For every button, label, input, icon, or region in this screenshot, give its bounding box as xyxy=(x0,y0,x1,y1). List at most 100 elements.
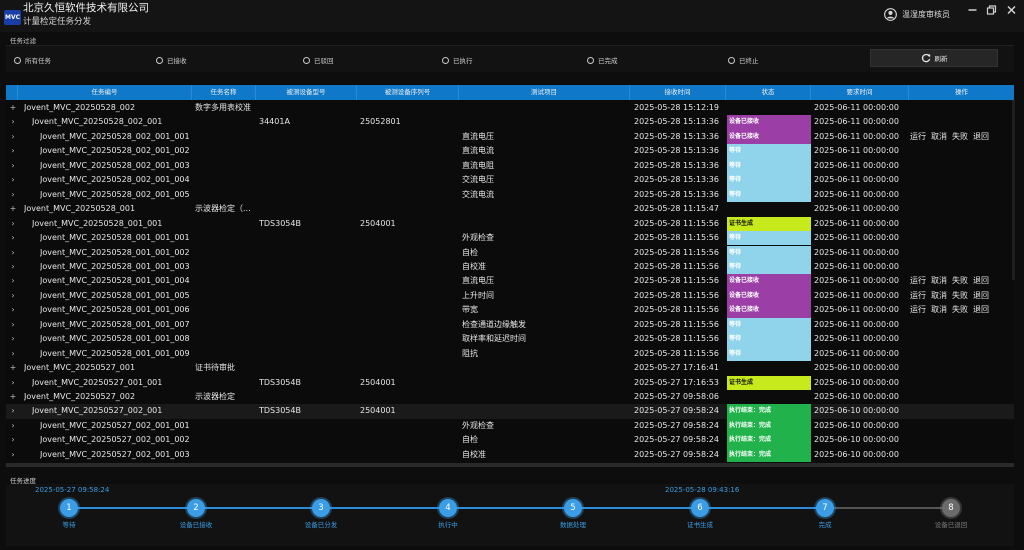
refresh-button[interactable]: 刷新 xyxy=(870,49,998,67)
header-task-name[interactable]: 任务名称 xyxy=(192,85,256,100)
fail-button[interactable]: 失败 xyxy=(952,276,968,285)
expand-chevron-icon[interactable]: › xyxy=(9,404,17,418)
table-row[interactable]: › Jovent_MVC_20250528_002_001_002 直流电流 2025… xyxy=(6,144,1014,159)
expand-plus-icon[interactable]: + xyxy=(9,101,17,115)
run-button[interactable]: 运行 xyxy=(910,132,926,141)
cancel-button[interactable]: 取消 xyxy=(931,276,947,285)
radio-circle[interactable] xyxy=(14,56,21,64)
fail-button[interactable]: 失败 xyxy=(952,132,968,141)
header-device-serial[interactable]: 被测设备序列号 xyxy=(357,85,459,100)
table-row[interactable]: › Jovent_MVC_20250528_002_001_005 交流电流 2025… xyxy=(6,187,1014,203)
cancel-button[interactable]: 取消 xyxy=(931,291,947,300)
radio-label: 已终止 xyxy=(739,57,759,65)
cell-required-time: 2025-06-11 00:00:00 xyxy=(814,276,899,286)
user-menu[interactable]: 温湿度审核员 xyxy=(884,7,950,21)
table-row[interactable]: + Jovent_MVC_20250527_002 示波器检定 2025-05-27 … xyxy=(6,390,1014,404)
expand-chevron-icon[interactable]: › xyxy=(9,376,17,390)
expand-plus-icon[interactable]: + xyxy=(9,390,17,404)
table-row[interactable]: › Jovent_MVC_20250527_002_001_003 自校准 2025-… xyxy=(6,447,1014,463)
row-actions: 运行 取消 失败 退回 xyxy=(910,130,994,144)
fail-button[interactable]: 失败 xyxy=(952,291,968,300)
expand-chevron-icon[interactable]: › xyxy=(9,173,17,187)
cell-test-item: 自校准 xyxy=(462,261,486,271)
horizontal-scrollbar[interactable] xyxy=(6,463,1014,467)
return-button[interactable]: 退回 xyxy=(973,305,989,314)
header-task-id[interactable]: 任务编号 xyxy=(18,85,192,100)
expand-chevron-icon[interactable]: › xyxy=(9,231,17,245)
table-row[interactable]: › Jovent_MVC_20250528_002_001_001 直流电压 2025… xyxy=(6,129,1014,145)
filter-radio-completed[interactable]: 已完成 xyxy=(587,55,618,65)
table-row[interactable]: › Jovent_MVC_20250528_001_001_008 取样率和延迟时间… xyxy=(6,332,1014,347)
header-device-model[interactable]: 被测设备型号 xyxy=(256,85,357,100)
filter-radio-terminated[interactable]: 已终止 xyxy=(728,55,759,65)
return-button[interactable]: 退回 xyxy=(973,291,989,300)
expand-chevron-icon[interactable]: › xyxy=(9,347,17,361)
header-required-time[interactable]: 要求时间 xyxy=(811,85,909,100)
table-row[interactable]: › Jovent_MVC_20250528_001_001_004 直流电压 2025… xyxy=(6,274,1014,289)
table-row[interactable]: › Jovent_MVC_20250528_001_001_006 带宽 2025-0… xyxy=(6,303,1014,318)
filter-radio-received[interactable]: 已接收 xyxy=(156,55,187,65)
table-row[interactable]: › Jovent_MVC_20250528_002_001_004 交流电压 2025… xyxy=(6,173,1014,188)
radio-circle[interactable] xyxy=(156,56,163,64)
table-row[interactable]: + Jovent_MVC_20250528_002 数字多用表校准 2025-05-2… xyxy=(6,101,1014,115)
expand-chevron-icon[interactable]: › xyxy=(9,289,17,303)
radio-circle[interactable] xyxy=(442,56,449,64)
table-row[interactable]: › Jovent_MVC_20250528_001_001_001 外观检查 2025… xyxy=(6,231,1014,246)
header-test-item[interactable]: 测试项目 xyxy=(459,85,630,100)
expand-chevron-icon[interactable]: › xyxy=(9,159,17,173)
expand-plus-icon[interactable]: + xyxy=(9,202,17,216)
cancel-button[interactable]: 取消 xyxy=(931,305,947,314)
run-button[interactable]: 运行 xyxy=(910,291,926,300)
cancel-button[interactable]: 取消 xyxy=(931,132,947,141)
expand-chevron-icon[interactable]: › xyxy=(9,274,17,288)
radio-circle[interactable] xyxy=(587,56,594,64)
expand-chevron-icon[interactable]: › xyxy=(9,115,17,129)
return-button[interactable]: 退回 xyxy=(973,132,989,141)
table-row[interactable]: › Jovent_MVC_20250528_001_001 TDS3054B 2504… xyxy=(6,216,1014,232)
table-row[interactable]: › Jovent_MVC_20250528_001_001_005 上升时间 2025… xyxy=(6,288,1014,304)
filter-radio-all[interactable]: 所有任务 xyxy=(14,55,51,65)
run-button[interactable]: 运行 xyxy=(910,276,926,285)
expand-chevron-icon[interactable]: › xyxy=(9,318,17,332)
close-icon[interactable] xyxy=(1005,4,1018,16)
cell-device-serial: 25052801 xyxy=(360,117,401,127)
table-row[interactable]: + Jovent_MVC_20250528_001 示波器检定（... 2025-05… xyxy=(6,202,1014,216)
minimize-icon[interactable] xyxy=(966,4,979,16)
expand-plus-icon[interactable]: + xyxy=(9,361,17,375)
table-row[interactable]: › Jovent_MVC_20250528_001_001_007 检查通道边缘触发… xyxy=(6,317,1014,333)
table-row[interactable]: › Jovent_MVC_20250527_002_001_001 外观检查 2025… xyxy=(6,418,1014,434)
table-row[interactable]: › Jovent_MVC_20250528_002_001 34401A 250528… xyxy=(6,115,1014,130)
table-row[interactable]: › Jovent_MVC_20250527_002_001 TDS3054B 2504… xyxy=(6,404,1014,419)
filter-radio-rejected[interactable]: 已驳回 xyxy=(303,55,334,65)
expand-chevron-icon[interactable]: › xyxy=(9,217,17,231)
table-row[interactable]: › Jovent_MVC_20250528_001_001_009 阻抗 2025-0… xyxy=(6,346,1014,362)
expand-chevron-icon[interactable]: › xyxy=(9,144,17,158)
expand-chevron-icon[interactable]: › xyxy=(9,246,17,260)
table-row[interactable]: + Jovent_MVC_20250527_001 证书待审批 2025-05-27 … xyxy=(6,361,1014,375)
expand-chevron-icon[interactable]: › xyxy=(9,188,17,202)
radio-circle[interactable] xyxy=(728,56,735,64)
expand-chevron-icon[interactable]: › xyxy=(9,332,17,346)
fail-button[interactable]: 失败 xyxy=(952,305,968,314)
header-status[interactable]: 状态 xyxy=(726,85,811,100)
expand-chevron-icon[interactable]: › xyxy=(9,303,17,317)
expand-chevron-icon[interactable]: › xyxy=(9,433,17,447)
table-row[interactable]: › Jovent_MVC_20250528_002_001_003 直流电阻 2025… xyxy=(6,158,1014,174)
header-receive-time[interactable]: 接收时间 xyxy=(630,85,726,100)
table-row[interactable]: › Jovent_MVC_20250528_001_001_002 自检 2025-0… xyxy=(6,245,1014,260)
expand-chevron-icon[interactable]: › xyxy=(9,260,17,274)
expand-chevron-icon[interactable]: › xyxy=(9,448,17,462)
table-row[interactable]: › Jovent_MVC_20250527_002_001_002 自检 2025-0… xyxy=(6,433,1014,448)
return-button[interactable]: 退回 xyxy=(973,276,989,285)
user-name: 温湿度审核员 xyxy=(902,9,950,19)
restore-icon[interactable] xyxy=(985,4,998,16)
vertical-scrollbar[interactable] xyxy=(1012,100,1015,280)
table-row[interactable]: › Jovent_MVC_20250528_001_001_003 自校准 2025-… xyxy=(6,259,1014,275)
cell-test-item: 检查通道边缘触发 xyxy=(462,319,526,329)
expand-chevron-icon[interactable]: › xyxy=(9,419,17,433)
filter-radio-executed[interactable]: 已执行 xyxy=(442,55,473,65)
radio-circle[interactable] xyxy=(303,56,310,64)
expand-chevron-icon[interactable]: › xyxy=(9,130,17,144)
table-row[interactable]: › Jovent_MVC_20250527_001_001 TDS3054B 2504… xyxy=(6,375,1014,390)
run-button[interactable]: 运行 xyxy=(910,305,926,314)
